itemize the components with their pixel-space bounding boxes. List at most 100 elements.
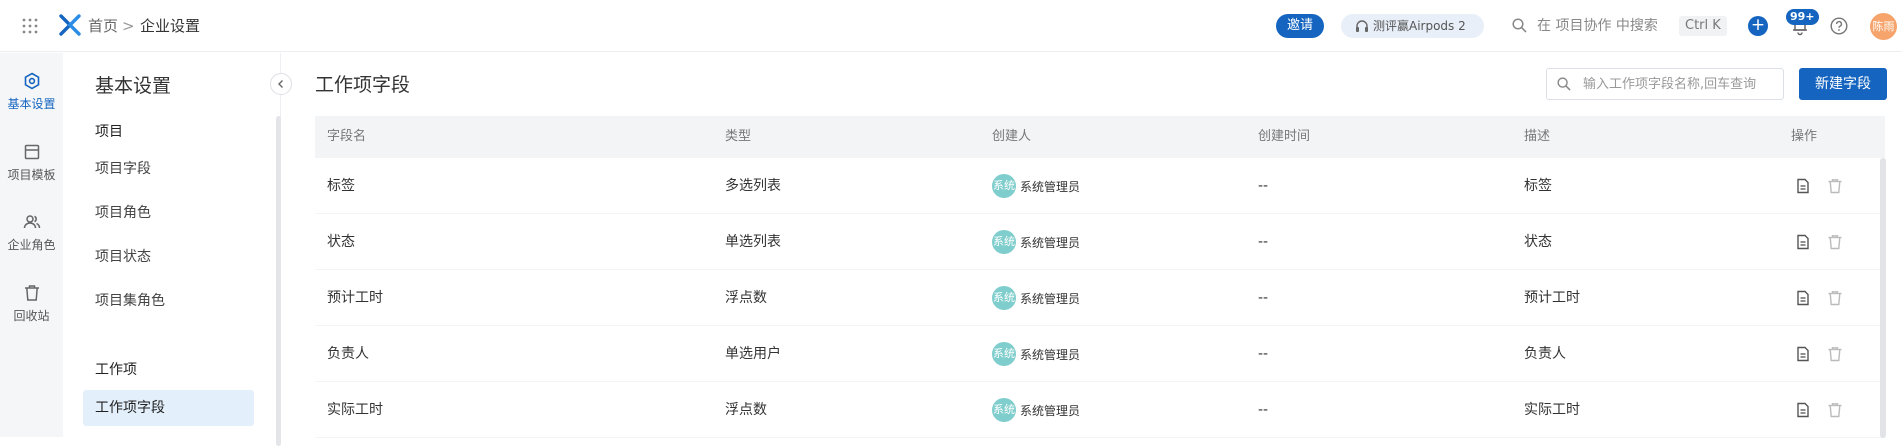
trash-icon — [24, 285, 39, 301]
search-icon — [1557, 77, 1571, 91]
breadcrumb-separator: > — [122, 17, 135, 35]
creator-name: 系统管理员 — [1020, 403, 1081, 418]
rail-item-label: 项目模板 — [7, 168, 56, 182]
delete-icon[interactable] — [1827, 346, 1843, 362]
column-header-description: 描述 — [1524, 129, 1551, 144]
global-search[interactable]: 在 项目协作 中搜索 Ctrl K — [1512, 15, 1730, 37]
avatar: 系统 — [992, 230, 1016, 254]
cell-creator: 系统 系统管理员 — [992, 230, 1080, 254]
fields-table: 字段名 类型 创建人 创建时间 描述 操作 标签 多选列表 系统 系统管理员 -… — [315, 116, 1885, 438]
table-scrollbar[interactable] — [1880, 158, 1886, 438]
rail-item-label: 回收站 — [13, 309, 50, 323]
cell-created-at: -- — [1258, 234, 1269, 250]
nav-item-project-states[interactable]: 项目状态 — [83, 239, 254, 275]
top-bar: 首页 > 企业设置 邀请 测评赢Airpods 2 在 项目协作 中搜索 Ctr… — [0, 0, 1902, 52]
document-icon[interactable] — [1795, 290, 1811, 306]
rail-item-basic-settings[interactable]: 基本设置 — [0, 72, 63, 128]
breadcrumb-home[interactable]: 首页 — [88, 16, 118, 36]
table-header: 字段名 类型 创建人 创建时间 描述 操作 — [315, 116, 1885, 158]
notification-badge: 99+ — [1786, 9, 1819, 25]
nav-item-project-fields[interactable]: 项目字段 — [83, 151, 254, 187]
document-icon[interactable] — [1795, 402, 1811, 418]
table-row[interactable]: 预计工时 浮点数 系统 系统管理员 -- 预计工时 — [315, 270, 1885, 326]
table-row[interactable]: 实际工时 浮点数 系统 系统管理员 -- 实际工时 — [315, 382, 1885, 438]
cell-creator: 系统 系统管理员 — [992, 174, 1080, 198]
add-button[interactable]: + — [1748, 16, 1768, 36]
promo-pill[interactable]: 测评赢Airpods 2 — [1341, 14, 1484, 38]
document-icon[interactable] — [1795, 346, 1811, 362]
invite-button[interactable]: 邀请 — [1276, 14, 1324, 38]
left-rail: 基本设置 项目模板 企业角色 回收站 — [0, 53, 63, 437]
column-header-actions: 操作 — [1791, 129, 1818, 144]
cell-name: 预计工时 — [327, 290, 383, 306]
column-header-creator: 创建人 — [992, 129, 1032, 144]
rail-item-label: 基本设置 — [7, 97, 56, 111]
help-icon[interactable] — [1830, 17, 1848, 35]
nav-item-project-roles[interactable]: 项目角色 — [83, 195, 254, 231]
field-search-input[interactable] — [1583, 74, 1779, 94]
page-title: 工作项字段 — [315, 74, 411, 96]
cell-created-at: -- — [1258, 178, 1269, 194]
rail-item-roles[interactable]: 企业角色 — [0, 213, 63, 269]
cell-created-at: -- — [1258, 346, 1269, 362]
cell-type: 多选列表 — [725, 178, 781, 194]
cell-type: 浮点数 — [725, 402, 767, 418]
nav-title: 基本设置 — [95, 75, 172, 97]
hexagon-settings-icon — [24, 72, 39, 90]
cell-description: 标签 — [1524, 178, 1552, 194]
cell-creator: 系统 系统管理员 — [992, 398, 1080, 422]
collapse-sidebar-button[interactable] — [270, 73, 292, 95]
table-row[interactable]: 标签 多选列表 系统 系统管理员 -- 标签 — [315, 158, 1885, 214]
cell-type: 单选列表 — [725, 234, 781, 250]
main-content: 工作项字段 新建字段 字段名 类型 创建人 创建时间 描述 操作 标签 多选列表… — [282, 53, 1902, 438]
cell-creator: 系统 系统管理员 — [992, 286, 1080, 310]
document-icon[interactable] — [1795, 234, 1811, 250]
new-field-button[interactable]: 新建字段 — [1799, 68, 1887, 100]
delete-icon[interactable] — [1827, 234, 1843, 250]
column-header-type: 类型 — [725, 129, 752, 144]
cell-type: 单选用户 — [725, 346, 781, 362]
people-icon — [23, 215, 40, 229]
delete-icon[interactable] — [1827, 290, 1843, 306]
creator-name: 系统管理员 — [1020, 347, 1081, 362]
headphone-icon — [1356, 20, 1368, 32]
global-search-placeholder: 在 项目协作 中搜索 — [1537, 18, 1658, 34]
creator-name: 系统管理员 — [1020, 235, 1081, 250]
breadcrumb-current: 企业设置 — [140, 17, 201, 35]
user-avatar[interactable]: 陈雨 — [1870, 13, 1897, 40]
cell-created-at: -- — [1258, 402, 1269, 418]
document-icon[interactable] — [1795, 178, 1811, 194]
delete-icon[interactable] — [1827, 402, 1843, 418]
template-icon — [24, 144, 39, 160]
column-header-created-at: 创建时间 — [1258, 129, 1311, 144]
creator-name: 系统管理员 — [1020, 179, 1081, 194]
avatar: 系统 — [992, 286, 1016, 310]
promo-label: 测评赢Airpods 2 — [1373, 19, 1466, 33]
apps-grid-icon[interactable] — [22, 18, 38, 34]
cell-name: 标签 — [327, 178, 355, 194]
app-logo-icon[interactable] — [58, 13, 82, 37]
chevron-left-icon — [278, 80, 283, 88]
nav-group-title: 工作项 — [95, 362, 137, 378]
cell-description: 实际工时 — [1524, 402, 1580, 418]
cell-description: 负责人 — [1524, 346, 1566, 362]
avatar: 系统 — [992, 174, 1016, 198]
delete-icon[interactable] — [1827, 178, 1843, 194]
column-header-name: 字段名 — [327, 129, 367, 144]
cell-type: 浮点数 — [725, 290, 767, 306]
table-row[interactable]: 负责人 单选用户 系统 系统管理员 -- 负责人 — [315, 326, 1885, 382]
cell-name: 实际工时 — [327, 402, 383, 418]
field-search-box[interactable] — [1546, 68, 1784, 100]
rail-item-templates[interactable]: 项目模板 — [0, 143, 63, 199]
search-shortcut: Ctrl K — [1679, 16, 1727, 36]
rail-item-label: 企业角色 — [7, 238, 56, 252]
cell-name: 状态 — [327, 234, 355, 250]
creator-name: 系统管理员 — [1020, 291, 1081, 306]
table-row[interactable]: 状态 单选列表 系统 系统管理员 -- 状态 — [315, 214, 1885, 270]
rail-item-recycle-bin[interactable]: 回收站 — [0, 284, 63, 340]
nav-item-work-item-fields[interactable]: 工作项字段 — [83, 390, 254, 426]
nav-item-portfolio-roles[interactable]: 项目集角色 — [83, 283, 254, 319]
nav-scrollbar[interactable] — [276, 116, 281, 446]
avatar: 系统 — [992, 398, 1016, 422]
cell-description: 状态 — [1524, 234, 1552, 250]
